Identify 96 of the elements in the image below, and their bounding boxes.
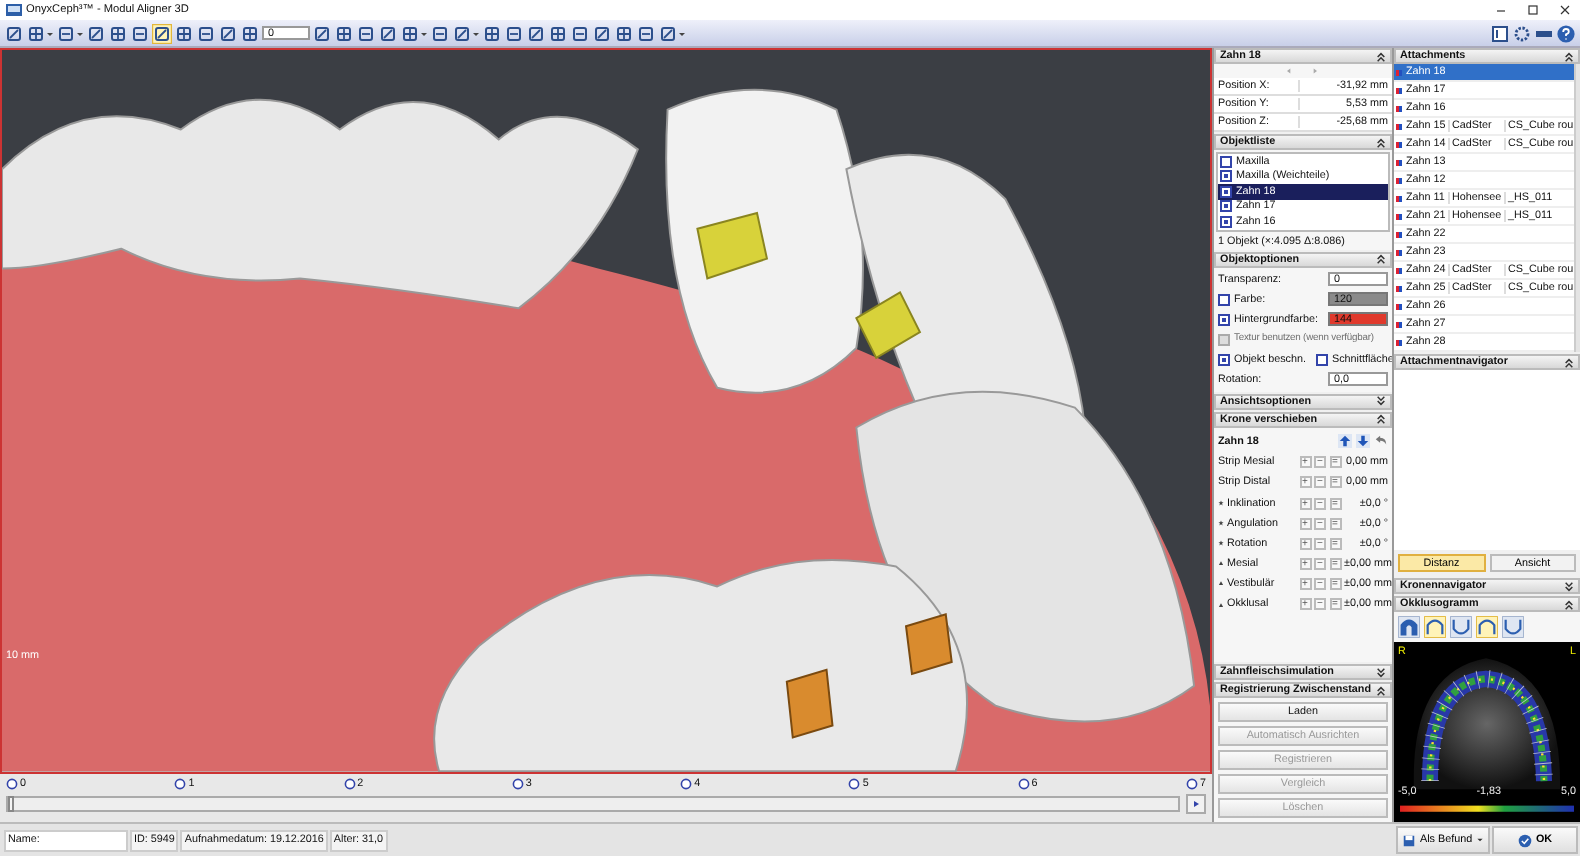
tool-menu-icon[interactable] — [658, 23, 686, 43]
maximize-icon[interactable] — [1524, 2, 1542, 18]
collapse-icon[interactable] — [1564, 51, 1574, 61]
tooth-icon — [1396, 195, 1402, 201]
tool-menu-icon[interactable] — [56, 23, 84, 43]
arrow-down-icon[interactable] — [1356, 434, 1370, 448]
tool-menu-icon[interactable] — [452, 23, 480, 43]
tool-icon[interactable] — [482, 23, 502, 43]
tool-icon[interactable] — [218, 23, 238, 43]
settings-icon[interactable] — [1512, 23, 1532, 43]
star-icon — [1218, 540, 1224, 547]
tooth-icon — [1396, 321, 1402, 327]
stage-marker-icon[interactable] — [848, 777, 861, 790]
tool-icon[interactable] — [312, 23, 332, 43]
tool-icon[interactable] — [548, 23, 568, 43]
tooth-icon — [1396, 87, 1402, 93]
help-icon[interactable] — [1556, 23, 1576, 43]
play-button[interactable] — [1186, 793, 1206, 814]
tooth-icon — [1396, 339, 1402, 345]
arch-view-icon[interactable] — [1502, 616, 1524, 638]
slider-thumb[interactable] — [8, 795, 14, 812]
tool-icon[interactable] — [130, 23, 150, 43]
close-icon[interactable] — [1556, 2, 1574, 18]
collapse-icon[interactable] — [1376, 51, 1386, 61]
arch-view-icon[interactable] — [1398, 616, 1420, 638]
panel-icon[interactable] — [1490, 23, 1510, 43]
save-icon — [1402, 833, 1416, 847]
expand-icon[interactable] — [1376, 667, 1386, 677]
tool-icon[interactable] — [334, 23, 354, 43]
expand-icon[interactable] — [1564, 581, 1574, 591]
collapse-icon[interactable] — [1564, 599, 1574, 609]
checkbox[interactable] — [1220, 200, 1232, 213]
tool-icon[interactable] — [152, 23, 172, 43]
tooth-icon — [1396, 285, 1402, 291]
checkbox[interactable] — [1315, 353, 1328, 365]
collapse-icon[interactable] — [1376, 414, 1386, 424]
teeth-render-drawing[interactable] — [2, 50, 1210, 772]
star-icon — [1218, 520, 1224, 527]
tool-icon[interactable] — [636, 23, 656, 43]
checkbox[interactable] — [1218, 313, 1230, 325]
tool-icon[interactable] — [240, 23, 260, 43]
tool-menu-icon[interactable] — [400, 23, 428, 43]
triangle-icon — [1218, 601, 1224, 607]
play-icon — [1190, 797, 1202, 810]
stage-marker-icon[interactable] — [511, 777, 524, 790]
stage-marker-icon[interactable] — [1185, 777, 1198, 790]
collapse-icon[interactable] — [1564, 357, 1574, 367]
app-icon — [6, 4, 22, 16]
tooth-icon — [1396, 177, 1402, 183]
arrow-up-icon[interactable] — [1338, 434, 1352, 448]
checkbox[interactable] — [1220, 170, 1232, 183]
stage-marker-icon[interactable] — [174, 777, 187, 790]
tool-icon[interactable] — [86, 23, 106, 43]
arch-view-icon[interactable] — [1450, 616, 1472, 638]
checkbox[interactable] — [1220, 215, 1232, 228]
tool-icon[interactable] — [196, 23, 216, 43]
stage-marker-icon[interactable] — [343, 777, 356, 790]
collapse-icon[interactable] — [1376, 685, 1386, 695]
stage-marker-icon[interactable] — [6, 777, 18, 790]
tooth-icon — [1396, 213, 1402, 219]
tool-icon[interactable] — [570, 23, 590, 43]
stage-marker-icon[interactable] — [1017, 777, 1030, 790]
tool-icon[interactable] — [592, 23, 612, 43]
checkbox[interactable] — [1220, 155, 1232, 168]
arch-view-icon[interactable] — [1424, 616, 1446, 638]
tooth-icon — [1396, 69, 1402, 75]
tool-icon[interactable] — [526, 23, 546, 43]
collapse-icon[interactable] — [1376, 254, 1386, 264]
checkbox[interactable] — [1218, 353, 1230, 365]
checkbox[interactable] — [1220, 185, 1232, 198]
stage-slider[interactable] — [6, 795, 1180, 812]
tooth-icon — [1396, 141, 1402, 147]
tool-icon[interactable] — [378, 23, 398, 43]
expand-icon[interactable] — [1376, 396, 1386, 406]
stage-marker-icon[interactable] — [680, 777, 693, 790]
tool-icon[interactable] — [4, 23, 24, 43]
tooth-icon — [1396, 303, 1402, 309]
tool-menu-icon[interactable] — [26, 23, 54, 43]
checkbox[interactable] — [1218, 293, 1230, 305]
tool-icon[interactable] — [504, 23, 524, 43]
tool-icon[interactable] — [356, 23, 376, 43]
tooth-icon — [1396, 231, 1402, 237]
star-icon — [1218, 500, 1224, 507]
tool-icon[interactable] — [614, 23, 634, 43]
tool-icon[interactable] — [430, 23, 450, 43]
check-icon — [1517, 833, 1532, 847]
undo-icon[interactable] — [1374, 434, 1388, 448]
tooth-icon — [1396, 105, 1402, 111]
tooth-icon — [1396, 267, 1402, 273]
tooth-icon — [1396, 249, 1402, 255]
tool-icon[interactable] — [174, 23, 194, 43]
collapse-icon[interactable] — [1376, 137, 1386, 147]
tooth-icon — [1396, 159, 1402, 165]
arch-view-icon[interactable] — [1476, 616, 1498, 638]
tooth-icon — [1396, 123, 1402, 129]
tool-icon[interactable] — [108, 23, 128, 43]
